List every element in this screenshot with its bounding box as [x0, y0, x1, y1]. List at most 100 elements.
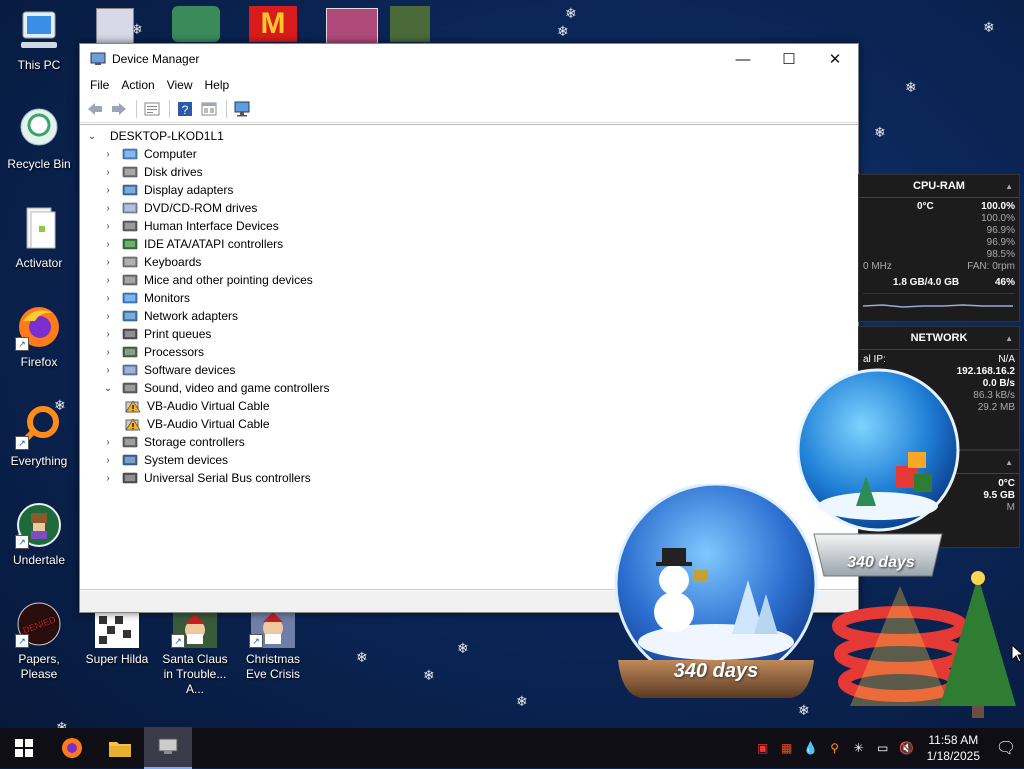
local-ip-value: 192.168.16.2 [956, 366, 1015, 377]
desktop-icon-partial-5[interactable] [390, 6, 430, 42]
tree-item-label: Computer [144, 147, 197, 161]
tree-child-item[interactable]: VB-Audio Virtual Cable [125, 415, 270, 433]
action-center-icon[interactable]: 🗨 [988, 738, 1024, 758]
collapse-chevron-icon[interactable]: ⌄ [102, 382, 114, 394]
expand-chevron-icon[interactable]: › [102, 202, 114, 214]
snowglobe-small[interactable]: 340 days [614, 482, 818, 700]
minimize-button[interactable]: — [720, 44, 766, 74]
desktop-icon-undertale[interactable]: ↗ Undertale [1, 501, 77, 568]
start-button[interactable] [0, 728, 48, 768]
tree-item-label: VB-Audio Virtual Cable [147, 417, 270, 431]
tree-category[interactable]: › Network adapters [102, 307, 238, 325]
desktop-icon-label: Papers, Please [18, 652, 60, 681]
tree-category[interactable]: › Keyboards [102, 253, 201, 271]
expand-chevron-icon[interactable]: › [102, 472, 114, 484]
mouse-icon [122, 273, 138, 287]
tree-item-label: Storage controllers [144, 435, 245, 449]
expand-chevron-icon[interactable]: › [102, 310, 114, 322]
tree-category[interactable]: › Mice and other pointing devices [102, 271, 312, 289]
expand-chevron-icon[interactable]: › [102, 184, 114, 196]
expand-chevron-icon[interactable]: › [102, 148, 114, 160]
menu-action[interactable]: Action [115, 78, 160, 92]
expand-chevron-icon[interactable]: › [102, 454, 114, 466]
collapse-chevron-icon[interactable]: ⌄ [86, 130, 98, 142]
desktop-icon-this-pc[interactable]: This PC [1, 6, 77, 73]
desktop-icon-label: Everything [10, 454, 68, 468]
menu-file[interactable]: File [84, 78, 115, 92]
desktop-icon-firefox[interactable]: ↗ Firefox [1, 303, 77, 370]
desktop-icon-super-hilda[interactable]: Super Hilda [79, 612, 155, 667]
tree-category[interactable]: › DVD/CD-ROM drives [102, 199, 257, 217]
help-icon[interactable]: ? [174, 99, 196, 119]
desktop-icon-partial-4[interactable] [326, 8, 378, 44]
usb-icon [122, 471, 138, 485]
collapse-triangle-icon[interactable]: ▲ [1005, 458, 1013, 467]
tray-volume-muted-icon[interactable]: 🔇 [895, 741, 919, 755]
tray-app-icon-1[interactable]: ▣ [751, 741, 775, 755]
tree-category[interactable]: › IDE ATA/ATAPI controllers [102, 235, 283, 253]
tree-category[interactable]: › Software devices [102, 361, 235, 379]
scan-hardware-icon[interactable] [231, 99, 253, 119]
tree-category[interactable]: › Disk drives [102, 163, 202, 181]
close-button[interactable]: ✕ [812, 44, 858, 74]
tree-category[interactable]: › Print queues [102, 325, 211, 343]
firefox-icon: ↗ [15, 303, 63, 351]
expand-chevron-icon[interactable]: › [102, 292, 114, 304]
tray-drop-icon[interactable]: 💧 [799, 741, 823, 755]
tree-category[interactable]: › Universal Serial Bus controllers [102, 469, 310, 487]
tree-category[interactable]: › Display adapters [102, 181, 233, 199]
menu-view[interactable]: View [161, 78, 199, 92]
expand-chevron-icon[interactable]: › [102, 166, 114, 178]
desktop-icon-recycle-bin[interactable]: Recycle Bin [1, 105, 77, 172]
collapse-triangle-icon[interactable]: ▲ [1005, 334, 1013, 343]
ide-icon [122, 237, 138, 251]
menu-help[interactable]: Help [199, 78, 236, 92]
properties-icon[interactable] [141, 99, 163, 119]
desktop-icon-partial-1[interactable] [96, 8, 134, 44]
expand-chevron-icon[interactable]: › [102, 238, 114, 250]
tree-category[interactable]: › Monitors [102, 289, 190, 307]
tray-everything-icon[interactable]: ⚲ [823, 741, 847, 755]
tree-root[interactable]: ⌄ DESKTOP-LKOD1L1 [86, 127, 224, 145]
maximize-button[interactable]: ☐ [766, 44, 812, 74]
view-icon[interactable] [198, 99, 220, 119]
taskbar-file-explorer[interactable] [96, 728, 144, 768]
desktop-icon-papers-please[interactable]: DENIED ↗ Papers, Please [1, 600, 77, 682]
forward-arrow-icon[interactable] [108, 99, 130, 119]
super-hilda-icon [93, 612, 141, 648]
desktop-icon-everything[interactable]: ↗ Everything [1, 402, 77, 469]
tree-child-item[interactable]: VB-Audio Virtual Cable [125, 397, 270, 415]
desktop-icon-activator[interactable]: Activator [1, 204, 77, 271]
tray-app-icon-2[interactable]: ▦ [775, 741, 799, 755]
tree-category[interactable]: › Human Interface Devices [102, 217, 278, 235]
expand-chevron-icon[interactable]: › [102, 256, 114, 268]
desktop-icon-santa-claus[interactable]: ↗ Santa Claus in Trouble... A... [157, 612, 233, 697]
desktop-icon-partial-2[interactable] [172, 6, 220, 42]
tree-category[interactable]: › Processors [102, 343, 204, 361]
collapse-triangle-icon[interactable]: ▲ [1005, 182, 1013, 191]
tree-category[interactable]: › Computer [102, 145, 197, 163]
tray-network-icon[interactable]: ▭ [871, 741, 895, 755]
snowglobe-large[interactable]: 340 days [796, 366, 960, 588]
expand-chevron-icon[interactable]: › [102, 346, 114, 358]
tray-snowflake-icon[interactable]: ✳ [847, 741, 871, 755]
everything-search-icon: ↗ [15, 402, 63, 450]
expand-chevron-icon[interactable]: › [102, 220, 114, 232]
expand-chevron-icon[interactable]: › [102, 436, 114, 448]
expand-chevron-icon[interactable]: › [102, 328, 114, 340]
mcdonalds-icon[interactable]: M [249, 6, 297, 42]
tree-category[interactable]: › Storage controllers [102, 433, 245, 451]
taskbar-firefox[interactable] [48, 728, 96, 768]
title-bar[interactable]: Device Manager — ☐ ✕ [80, 44, 858, 74]
taskbar-device-manager[interactable] [144, 727, 192, 769]
tree-item-label: DVD/CD-ROM drives [144, 201, 258, 215]
taskbar-clock[interactable]: 11:58 AM 1/18/2025 [927, 732, 980, 764]
back-arrow-icon[interactable] [84, 99, 106, 119]
expand-chevron-icon[interactable]: › [102, 274, 114, 286]
tree-category[interactable]: › System devices [102, 451, 228, 469]
cpu-ram-gadget[interactable]: CPU-RAM ▲ 0°C 100.0% 100.0% 96.9% 96.9% … [858, 174, 1020, 322]
tree-item-label: Print queues [144, 327, 212, 341]
expand-chevron-icon[interactable]: › [102, 364, 114, 376]
desktop-icon-christmas-eve-crisis[interactable]: ↗ Christmas Eve Crisis [235, 612, 311, 682]
tree-category[interactable]: ⌄ Sound, video and game controllers [102, 379, 330, 397]
